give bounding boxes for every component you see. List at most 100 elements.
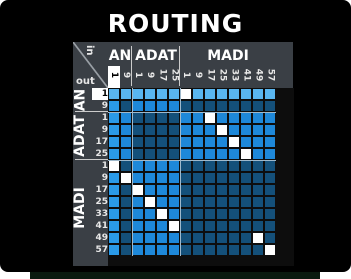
active-route-cell[interactable] — [205, 113, 215, 123]
routing-cell[interactable] — [205, 173, 215, 183]
routing-cell[interactable] — [121, 221, 131, 231]
routing-cell[interactable] — [253, 245, 263, 255]
row-label[interactable]: 1 — [92, 112, 108, 124]
routing-cell[interactable] — [145, 245, 155, 255]
routing-cell[interactable] — [157, 149, 167, 159]
routing-cell[interactable] — [133, 113, 143, 123]
routing-cell[interactable] — [205, 89, 215, 99]
routing-cell[interactable] — [181, 245, 191, 255]
routing-cell[interactable] — [181, 197, 191, 207]
routing-cell[interactable] — [229, 101, 239, 111]
routing-cell[interactable] — [193, 161, 203, 171]
routing-cell[interactable] — [109, 221, 119, 231]
routing-cell[interactable] — [253, 173, 263, 183]
routing-cell[interactable] — [241, 173, 251, 183]
routing-cell[interactable] — [193, 221, 203, 231]
routing-cell[interactable] — [169, 101, 179, 111]
routing-cell[interactable] — [121, 185, 131, 195]
routing-cell[interactable] — [229, 173, 239, 183]
row-label[interactable]: 41 — [92, 220, 108, 232]
routing-cell[interactable] — [253, 137, 263, 147]
column-label[interactable]: 57 — [264, 68, 276, 86]
routing-cell[interactable] — [109, 173, 119, 183]
routing-cell[interactable] — [169, 209, 179, 219]
routing-cell[interactable] — [241, 161, 251, 171]
routing-cell[interactable] — [193, 197, 203, 207]
routing-cell[interactable] — [193, 137, 203, 147]
column-label[interactable]: 41 — [240, 68, 252, 86]
routing-cell[interactable] — [217, 161, 227, 171]
routing-cell[interactable] — [133, 161, 143, 171]
routing-cell[interactable] — [265, 137, 275, 147]
routing-cell[interactable] — [253, 161, 263, 171]
routing-cell[interactable] — [145, 101, 155, 111]
routing-cell[interactable] — [181, 185, 191, 195]
routing-cell[interactable] — [265, 209, 275, 219]
routing-cell[interactable] — [181, 125, 191, 135]
column-label[interactable]: 9 — [192, 68, 204, 86]
routing-cell[interactable] — [265, 197, 275, 207]
row-label[interactable]: 1 — [92, 88, 108, 100]
routing-cell[interactable] — [193, 185, 203, 195]
routing-cell[interactable] — [145, 113, 155, 123]
routing-cell[interactable] — [229, 209, 239, 219]
active-route-cell[interactable] — [181, 89, 191, 99]
routing-cell[interactable] — [241, 137, 251, 147]
routing-cell[interactable] — [205, 161, 215, 171]
routing-cell[interactable] — [157, 161, 167, 171]
routing-cell[interactable] — [121, 161, 131, 171]
routing-cell[interactable] — [133, 125, 143, 135]
routing-cell[interactable] — [229, 149, 239, 159]
routing-cell[interactable] — [121, 197, 131, 207]
routing-cell[interactable] — [253, 125, 263, 135]
routing-cell[interactable] — [169, 197, 179, 207]
routing-cell[interactable] — [253, 185, 263, 195]
routing-cell[interactable] — [157, 137, 167, 147]
row-label[interactable]: 1 — [92, 160, 108, 172]
column-label[interactable]: 1 — [108, 68, 120, 86]
routing-cell[interactable] — [217, 197, 227, 207]
routing-cell[interactable] — [217, 89, 227, 99]
routing-cell[interactable] — [241, 89, 251, 99]
routing-cell[interactable] — [169, 149, 179, 159]
routing-cell[interactable] — [145, 125, 155, 135]
routing-cell[interactable] — [181, 161, 191, 171]
routing-cell[interactable] — [121, 137, 131, 147]
active-route-cell[interactable] — [241, 149, 251, 159]
routing-cell[interactable] — [217, 137, 227, 147]
column-label[interactable]: 1 — [132, 68, 144, 86]
routing-cell[interactable] — [109, 113, 119, 123]
routing-cell[interactable] — [145, 233, 155, 243]
routing-cell[interactable] — [169, 89, 179, 99]
routing-cell[interactable] — [145, 221, 155, 231]
routing-cell[interactable] — [121, 101, 131, 111]
routing-cell[interactable] — [121, 245, 131, 255]
routing-cell[interactable] — [181, 233, 191, 243]
routing-cell[interactable] — [229, 113, 239, 123]
routing-cell[interactable] — [265, 233, 275, 243]
routing-cell[interactable] — [157, 245, 167, 255]
routing-cell[interactable] — [133, 149, 143, 159]
column-label[interactable]: 25 — [216, 68, 228, 86]
routing-cell[interactable] — [109, 197, 119, 207]
routing-cell[interactable] — [109, 245, 119, 255]
routing-cell[interactable] — [181, 137, 191, 147]
routing-cell[interactable] — [109, 125, 119, 135]
routing-cell[interactable] — [217, 149, 227, 159]
routing-cell[interactable] — [145, 173, 155, 183]
routing-cell[interactable] — [169, 113, 179, 123]
active-route-cell[interactable] — [109, 161, 119, 171]
routing-cell[interactable] — [205, 149, 215, 159]
row-label[interactable]: 33 — [92, 208, 108, 220]
routing-cell[interactable] — [157, 185, 167, 195]
routing-cell[interactable] — [193, 101, 203, 111]
routing-cell[interactable] — [109, 209, 119, 219]
routing-cell[interactable] — [133, 101, 143, 111]
routing-cell[interactable] — [217, 245, 227, 255]
routing-cell[interactable] — [157, 125, 167, 135]
routing-cell[interactable] — [109, 185, 119, 195]
row-label[interactable]: 9 — [92, 124, 108, 136]
routing-cell[interactable] — [109, 149, 119, 159]
routing-cell[interactable] — [169, 245, 179, 255]
column-label[interactable]: 49 — [252, 68, 264, 86]
